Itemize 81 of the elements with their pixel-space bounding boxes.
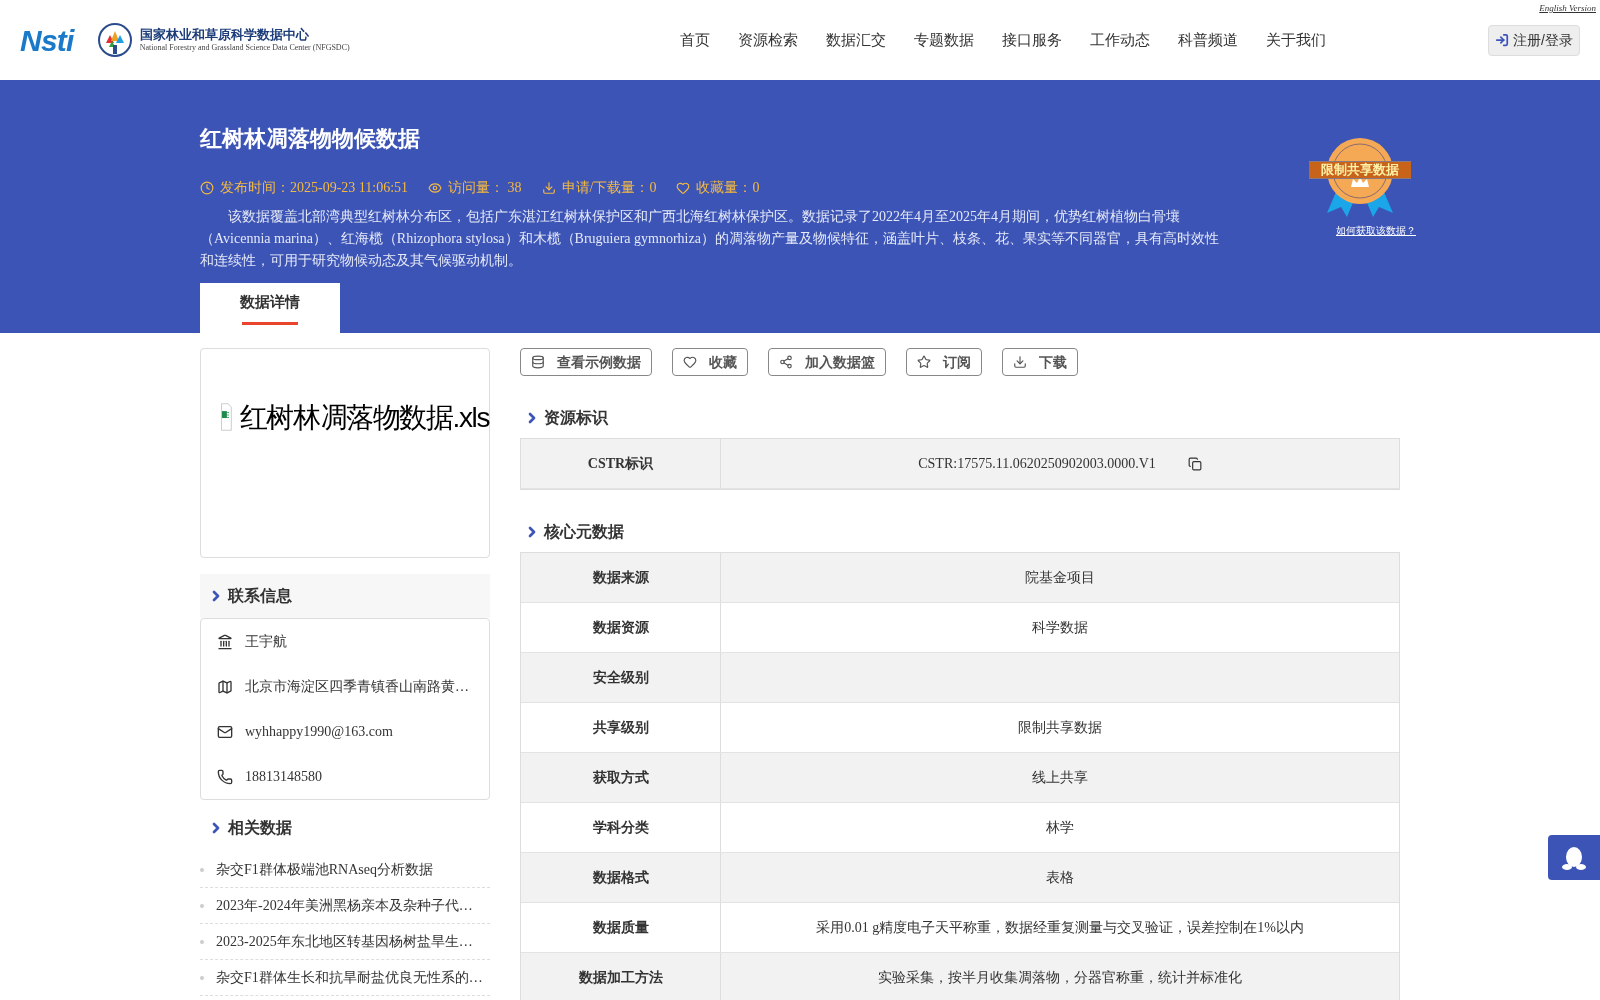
map-icon [217, 678, 233, 695]
nav-link[interactable]: 科普频道 [1177, 28, 1238, 52]
section-title: 核心元数据 [544, 522, 624, 542]
field-value: 科学数据 [1032, 619, 1088, 637]
field-value: 表格 [1046, 869, 1074, 887]
bullet-icon [200, 903, 204, 908]
field-value: 线上共享 [1032, 769, 1088, 787]
bullet-icon [200, 867, 204, 872]
download-icon [541, 180, 556, 195]
copy-icon[interactable] [1187, 456, 1202, 471]
center-name: 国家林业和草原科学数据中心 [139, 26, 310, 44]
logo-text[interactable]: Nsti [20, 17, 74, 63]
field-value: 限制共享数据 [1018, 719, 1102, 737]
bank-icon [217, 633, 233, 650]
english-version-link[interactable]: English Version [1539, 2, 1596, 16]
dataset-description: 该数据覆盖北部湾典型红树林分布区，包括广东湛江红树林保护区和广西北海红树林保护区。数据记录了2022年4月至2025年4月期间，优势红树植物白骨壤（Avicennia marina）、红海榄（Rhizophora stylosa）和木榄（Bruguiera gymnorhiza）的凋落物产量及物候特征，涵盖叶片、枝条、花、果实等不同器官，具有高时效性和连续性，可用于研究物候动态及其气候驱动机制。 [200, 208, 1220, 270]
meta-text: 收藏量：0 [696, 179, 760, 197]
action-button[interactable]: 查看示例数据 [520, 348, 652, 376]
field-label: 数据资源 [521, 603, 721, 652]
chat-float-button[interactable] [1548, 835, 1600, 880]
field-label: 获取方式 [521, 753, 721, 802]
field-label: 数据格式 [521, 853, 721, 902]
bullet-icon [200, 939, 204, 944]
tree-logo-icon [97, 23, 132, 57]
field-label: 共享级别 [521, 703, 721, 752]
nav-link[interactable]: 工作动态 [1089, 28, 1150, 52]
related-link[interactable]: 杂交F1群体极端池RNAseq分析数据 [216, 859, 433, 880]
download-icon [1013, 355, 1027, 369]
how-to-get-link[interactable]: 如何获取该数据？ [1336, 223, 1416, 238]
field-value: 实验采集，按半月收集凋落物，分器官称重，统计并标准化 [878, 969, 1242, 987]
details-tab[interactable]: 数据详情 [200, 283, 340, 333]
field-label: 数据质量 [521, 903, 721, 952]
field-value: 林学 [1046, 819, 1074, 837]
bullet-icon [200, 975, 204, 980]
field-label: CSTR标识 [521, 439, 721, 488]
action-button[interactable]: 订阅 [906, 348, 982, 376]
meta-text: 申请/下载量：0 [561, 179, 657, 197]
database-icon [531, 355, 545, 369]
nav-link[interactable]: 数据汇交 [825, 28, 886, 52]
login-button[interactable]: 注册/登录 [1488, 24, 1580, 56]
contact-text: 北京市海淀区四季青镇香山南路黄… [245, 678, 469, 696]
center-name-en: National Forestry and Grassland Science Data Center (NFGSDC) [139, 43, 350, 54]
file-name: 红树林凋落物数据.xls [239, 401, 489, 435]
nav-link[interactable]: 专题数据 [913, 28, 974, 52]
related-title: 相关数据 [228, 818, 292, 838]
action-button[interactable]: 加入数据篮 [768, 348, 886, 376]
tab-indicator [242, 321, 298, 325]
heart-icon [683, 355, 697, 369]
nav-link[interactable]: 接口服务 [1001, 28, 1062, 52]
field-value: 院基金项目 [1025, 569, 1095, 587]
field-label: 学科分类 [521, 803, 721, 852]
eye-icon [428, 180, 443, 195]
action-button[interactable]: 收藏 [672, 348, 748, 376]
meta-text: 访问量： 38 [448, 179, 522, 197]
contact-title: 联系信息 [228, 586, 292, 606]
dataset-title: 红树林凋落物物候数据 [200, 125, 421, 153]
phone-icon [217, 768, 233, 785]
nav-link[interactable]: 资源检索 [737, 28, 798, 52]
share-icon [779, 355, 793, 369]
nav-link[interactable]: 关于我们 [1265, 28, 1326, 52]
heart-icon [676, 180, 691, 195]
related-link[interactable]: 2023年-2024年美洲黑杨亲本及杂种子代… [216, 895, 473, 916]
contact-text: 18813148580 [245, 768, 322, 786]
star-icon [917, 355, 931, 369]
field-value: CSTR:17575.11.0620250902003.0000.V1 [918, 455, 1156, 473]
action-button[interactable]: 下载 [1002, 348, 1078, 376]
contact-text: 王宇航 [245, 633, 287, 651]
meta-text: 发布时间：2025-09-23 11:06:51 [220, 179, 409, 197]
login-icon [1495, 33, 1510, 47]
nav-link[interactable]: 首页 [679, 28, 710, 52]
mail-icon [217, 723, 233, 740]
field-value: 采用0.01 g精度电子天平称重，数据经重复测量与交叉验证，误差控制在1%以内 [816, 919, 1304, 937]
field-label: 数据加工方法 [521, 953, 721, 1000]
clock-icon [200, 180, 214, 195]
contact-text: wyhhappy1990@163.com [245, 723, 393, 741]
badge-label: 限制共享数据 [1309, 161, 1411, 179]
related-link[interactable]: 杂交F1群体生长和抗旱耐盐优良无性系的… [216, 967, 483, 988]
related-link[interactable]: 2023-2025年东北地区转基因杨树盐旱生… [216, 931, 473, 952]
field-label: 数据来源 [521, 553, 721, 602]
field-label: 安全级别 [521, 653, 721, 702]
section-title: 资源标识 [544, 408, 608, 428]
